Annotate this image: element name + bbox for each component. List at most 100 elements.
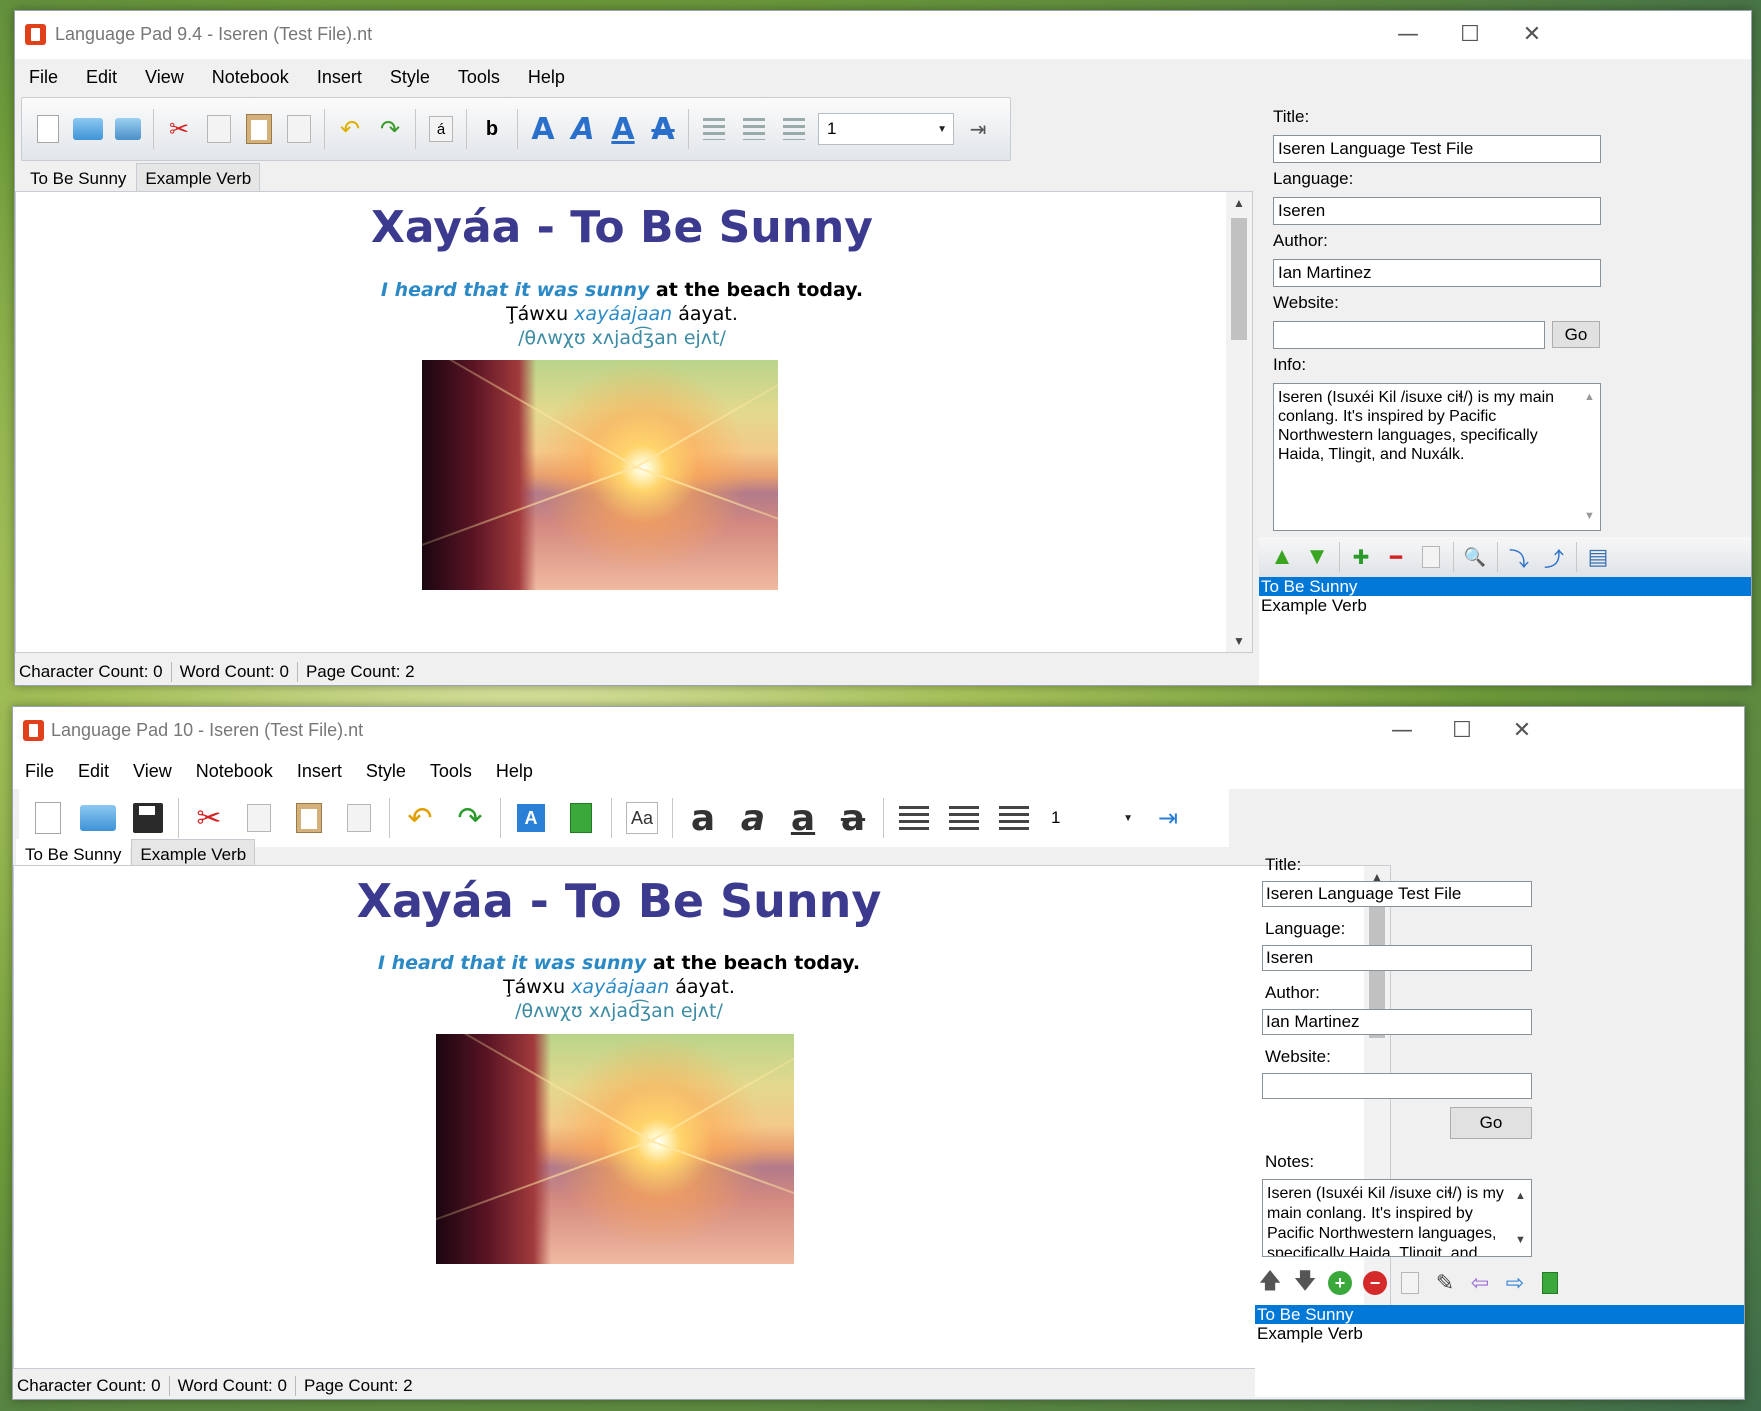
info-field[interactable]: Iseren (Isuxéi Kil /isuxe ciɬ/) is my ma… [1273, 383, 1601, 531]
move-up-button[interactable]: ▲ [1265, 539, 1299, 575]
info-scrollbar[interactable]: ▲ ▼ [1580, 384, 1600, 530]
save-button[interactable] [123, 793, 173, 843]
author-field[interactable]: Ian Martinez [1262, 1009, 1532, 1035]
line-spacing-select[interactable]: 1 ▼ [818, 113, 954, 145]
tab-to-be-sunny[interactable]: To Be Sunny [21, 163, 136, 193]
copy-button[interactable] [234, 793, 284, 843]
minimize-button[interactable]: — [1377, 716, 1427, 746]
align-left-button[interactable] [694, 107, 734, 151]
save-button[interactable] [108, 107, 148, 151]
strikethrough-style-button[interactable]: a [828, 793, 878, 843]
menu-edit[interactable]: Edit [66, 755, 121, 782]
underline-style-button[interactable]: A [603, 107, 643, 151]
import-button[interactable]: ⤵ [1502, 539, 1536, 575]
find-button[interactable]: 🔍 [1458, 539, 1492, 575]
redo-button[interactable]: ↷ [370, 107, 410, 151]
remove-page-button[interactable]: − [1358, 1265, 1392, 1301]
menu-style[interactable]: Style [376, 61, 444, 88]
copy-page-button[interactable] [1414, 539, 1448, 575]
bold-style-button[interactable]: A [523, 107, 563, 151]
menu-view[interactable]: View [121, 755, 184, 782]
maximize-button[interactable]: ☐ [1445, 20, 1495, 50]
italic-style-button[interactable]: A [563, 107, 603, 151]
menu-file[interactable]: File [15, 61, 72, 88]
language-field[interactable]: Iseren [1273, 197, 1601, 225]
menu-file[interactable]: File [13, 755, 66, 782]
indent-button[interactable]: ⇥ [958, 107, 998, 151]
go-button[interactable]: Go [1552, 321, 1600, 348]
special-character-button[interactable]: á [421, 107, 461, 151]
cut-button[interactable]: ✂ [184, 793, 234, 843]
underline-style-button[interactable]: a [778, 793, 828, 843]
bold-style-button[interactable]: a [678, 793, 728, 843]
paste-button[interactable] [284, 793, 334, 843]
document-button[interactable] [279, 107, 319, 151]
close-button[interactable]: ✕ [1507, 20, 1557, 50]
align-center-button[interactable] [939, 793, 989, 843]
page-list-item[interactable]: Example Verb [1259, 596, 1751, 615]
chevron-up-icon[interactable]: ▲ [1226, 192, 1252, 214]
chevron-up-icon[interactable]: ▲ [1515, 1186, 1526, 1206]
undo-button[interactable]: ↶ [395, 793, 445, 843]
italic-style-button[interactable]: a [728, 793, 778, 843]
menu-notebook[interactable]: Notebook [184, 755, 285, 782]
notes-scrollbar[interactable]: ▲ ▼ [1511, 1180, 1531, 1256]
page-list-item[interactable]: To Be Sunny [1259, 577, 1751, 596]
chevron-down-icon[interactable]: ▼ [1584, 507, 1595, 526]
minimize-button[interactable]: — [1383, 20, 1433, 50]
notebook-button[interactable] [1533, 1265, 1567, 1301]
import-button[interactable]: ⇦ [1463, 1265, 1497, 1301]
open-button[interactable] [68, 107, 108, 151]
go-button[interactable]: Go [1450, 1107, 1532, 1139]
move-down-button[interactable]: 🡇 [1288, 1265, 1322, 1301]
menu-tools[interactable]: Tools [444, 61, 514, 88]
align-left-button[interactable] [889, 793, 939, 843]
chevron-down-icon[interactable]: ▼ [1515, 1230, 1526, 1250]
remove-page-button[interactable]: ━ [1379, 539, 1413, 575]
notes-field[interactable]: Iseren (Isuxéi Kil /isuxe ciɬ/) is my ma… [1262, 1179, 1532, 1257]
open-button[interactable] [73, 793, 123, 843]
tab-example-verb[interactable]: Example Verb [136, 163, 261, 193]
align-right-button[interactable] [989, 793, 1039, 843]
menu-help[interactable]: Help [514, 61, 579, 88]
menu-edit[interactable]: Edit [72, 61, 131, 88]
export-button[interactable]: ⤴ [1537, 539, 1571, 575]
move-up-button[interactable]: 🡅 [1253, 1265, 1287, 1301]
copy-button[interactable] [199, 107, 239, 151]
copy-page-button[interactable] [1393, 1265, 1427, 1301]
menu-notebook[interactable]: Notebook [198, 61, 303, 88]
indent-button[interactable]: ⇥ [1143, 793, 1193, 843]
new-file-button[interactable] [23, 793, 73, 843]
undo-button[interactable]: ↶ [330, 107, 370, 151]
text-case-button[interactable]: Aa [617, 793, 667, 843]
align-center-button[interactable] [734, 107, 774, 151]
scrollbar-thumb[interactable] [1231, 218, 1247, 340]
close-button[interactable]: ✕ [1497, 716, 1547, 746]
title-field[interactable]: Iseren Language Test File [1273, 135, 1601, 163]
strikethrough-style-button[interactable]: A [643, 107, 683, 151]
add-page-button[interactable]: + [1323, 1265, 1357, 1301]
chevron-down-icon[interactable]: ▼ [1226, 630, 1252, 652]
language-field[interactable]: Iseren [1262, 945, 1532, 971]
rename-button[interactable]: ✎ [1428, 1265, 1462, 1301]
menu-insert[interactable]: Insert [285, 755, 354, 782]
chevron-up-icon[interactable]: ▲ [1584, 388, 1595, 407]
page-list-item[interactable]: Example Verb [1255, 1324, 1744, 1343]
move-down-button[interactable]: ▼ [1300, 539, 1334, 575]
website-field[interactable] [1262, 1073, 1532, 1099]
line-spacing-select[interactable]: 1 ▼ [1043, 802, 1139, 834]
add-page-button[interactable]: ✚ [1344, 539, 1378, 575]
bold-b-button[interactable]: b [472, 107, 512, 151]
menu-help[interactable]: Help [484, 755, 545, 782]
export-button[interactable]: ⇨ [1498, 1265, 1532, 1301]
notebook-button[interactable]: ▤ [1581, 539, 1615, 575]
maximize-button[interactable]: ☐ [1437, 716, 1487, 746]
author-field[interactable]: Ian Martinez [1273, 259, 1601, 287]
menu-tools[interactable]: Tools [418, 755, 484, 782]
font-button[interactable]: A [506, 793, 556, 843]
redo-button[interactable]: ↷ [445, 793, 495, 843]
editor-scrollbar[interactable]: ▲ ▼ [1226, 192, 1252, 652]
menu-insert[interactable]: Insert [303, 61, 376, 88]
align-right-button[interactable] [774, 107, 814, 151]
page-list-item[interactable]: To Be Sunny [1255, 1305, 1744, 1324]
